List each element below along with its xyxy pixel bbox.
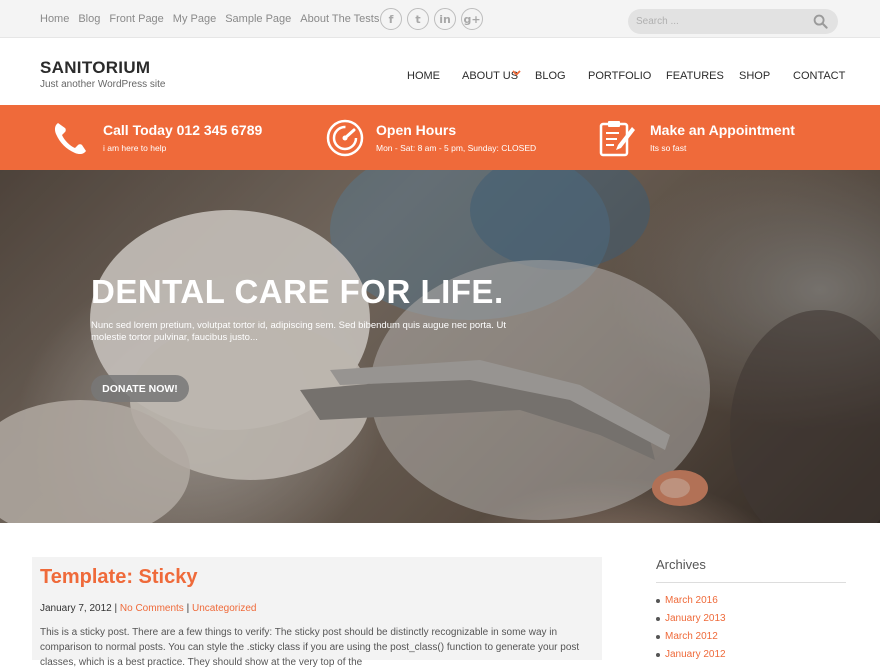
post-meta: January 7, 2012 | No Comments | Uncatego… xyxy=(40,603,256,614)
nav-item-features[interactable]: FEATURES xyxy=(666,70,724,82)
archives-list: March 2016 January 2013 March 2012 Janua… xyxy=(656,595,846,660)
top-link-my-page[interactable]: My Page xyxy=(173,13,216,25)
post-category-link[interactable]: Uncategorized xyxy=(192,603,256,614)
archive-link[interactable]: January 2013 xyxy=(656,613,846,624)
top-link-home[interactable]: Home xyxy=(40,13,69,25)
info-hours-title: Open Hours xyxy=(376,122,457,138)
post-date: January 7, 2012 xyxy=(40,603,112,614)
site-header: SANITORIUM Just another WordPress site H… xyxy=(0,38,880,105)
archive-link[interactable]: March 2012 xyxy=(656,631,846,642)
archive-link[interactable]: March 2016 xyxy=(656,595,846,606)
search-box xyxy=(628,9,838,34)
sticky-post: Template: Sticky January 7, 2012 | No Co… xyxy=(32,557,602,668)
info-hours-subtitle: Mon - Sat: 8 am - 5 pm, Sunday: CLOSED xyxy=(376,143,537,153)
info-appointment-subtitle: Its so fast xyxy=(650,143,687,153)
site-title[interactable]: SANITORIUM xyxy=(40,58,150,78)
hero-image xyxy=(0,170,880,523)
top-link-front-page[interactable]: Front Page xyxy=(109,13,163,25)
google-plus-icon[interactable]: g+ xyxy=(461,8,483,30)
top-link-sample-page[interactable]: Sample Page xyxy=(225,13,291,25)
clipboard-pencil-icon xyxy=(599,121,635,157)
phone-icon xyxy=(54,123,86,155)
nav-item-contact[interactable]: CONTACT xyxy=(793,70,845,82)
nav-item-about-us[interactable]: ABOUT US xyxy=(462,70,518,82)
info-call-title: Call Today 012 345 6789 xyxy=(103,122,263,138)
post-title[interactable]: Template: Sticky xyxy=(40,566,197,589)
hero-text: Nunc sed lorem pretium, volutpat tortor … xyxy=(91,320,507,343)
linkedin-icon[interactable]: in xyxy=(434,8,456,30)
archive-link[interactable]: January 2012 xyxy=(656,649,846,660)
speedometer-icon xyxy=(326,119,364,157)
donate-button[interactable]: DONATE NOW! xyxy=(91,375,189,402)
nav-item-shop[interactable]: SHOP xyxy=(739,70,770,82)
site-tagline: Just another WordPress site xyxy=(40,79,166,90)
facebook-icon[interactable]: f xyxy=(380,8,402,30)
search-icon[interactable] xyxy=(813,14,828,29)
social-links: f t in g+ xyxy=(380,8,488,30)
top-link-blog[interactable]: Blog xyxy=(78,13,100,25)
nav-item-portfolio[interactable]: PORTFOLIO xyxy=(588,70,651,82)
meta-separator: | xyxy=(186,603,190,614)
chevron-down-icon[interactable] xyxy=(512,70,521,76)
post-excerpt: This is a sticky post. There are a few t… xyxy=(40,627,580,668)
meta-separator: | xyxy=(114,603,118,614)
info-bar: Call Today 012 345 6789 i am here to hel… xyxy=(0,105,880,170)
nav-item-home[interactable]: HOME xyxy=(407,70,440,82)
hero-slider: DENTAL CARE FOR LIFE. Nunc sed lorem pre… xyxy=(0,170,880,523)
sidebar: Archives March 2016 January 2013 March 2… xyxy=(656,557,846,667)
info-call-subtitle: i am here to help xyxy=(103,143,167,153)
hero-title: DENTAL CARE FOR LIFE. xyxy=(91,273,504,310)
archives-title: Archives xyxy=(656,557,846,583)
post-comments-link[interactable]: No Comments xyxy=(120,603,184,614)
top-link-about-the-tests[interactable]: About The Tests xyxy=(300,13,379,25)
twitter-icon[interactable]: t xyxy=(407,8,429,30)
top-bar: Home Blog Front Page My Page Sample Page… xyxy=(0,0,880,38)
top-links: Home Blog Front Page My Page Sample Page… xyxy=(40,0,388,38)
nav-item-blog[interactable]: BLOG xyxy=(535,70,566,82)
info-appointment-title: Make an Appointment xyxy=(650,122,795,138)
search-input[interactable] xyxy=(636,13,806,30)
